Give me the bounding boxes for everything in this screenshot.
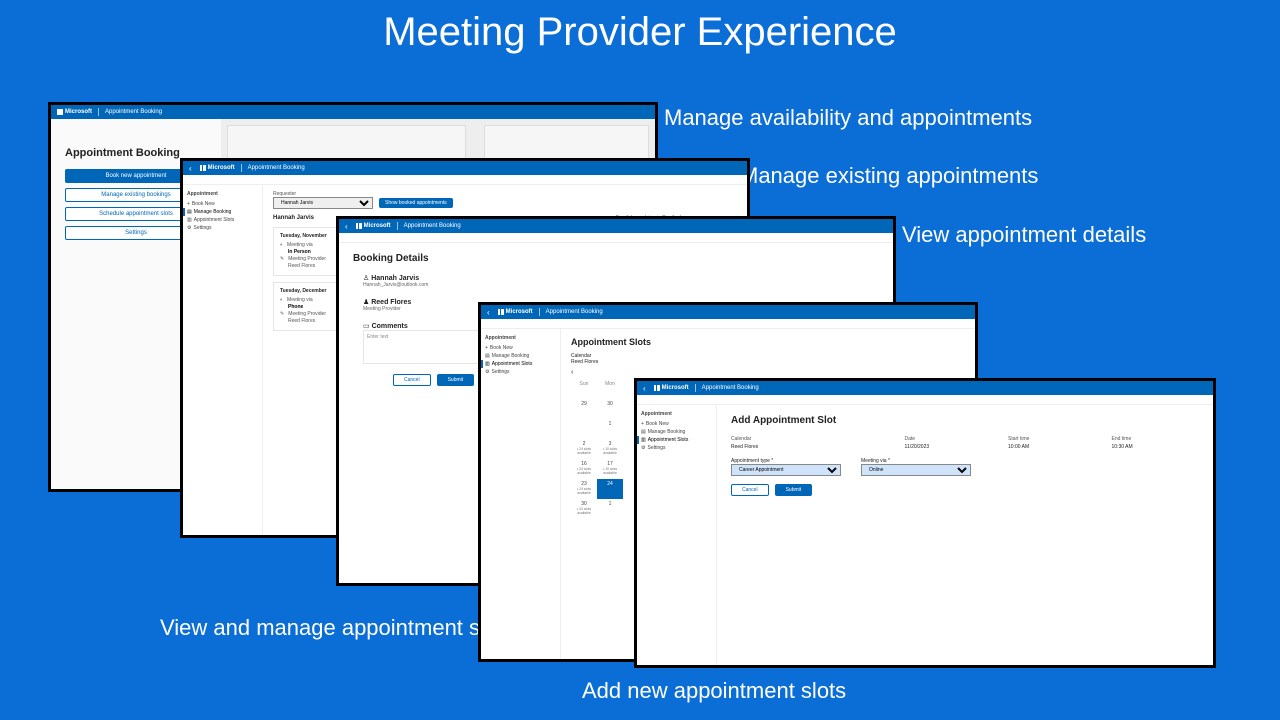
back-icon[interactable]: ‹ xyxy=(487,308,490,317)
sidebar-item-manage-booking[interactable]: ▤ Manage Booking xyxy=(641,428,712,436)
sidebar-item-manage-booking[interactable]: ▤ Manage Booking xyxy=(183,208,258,216)
end-time-value: 10:30 AM xyxy=(1112,444,1200,450)
caption-manage-availability: Manage availability and appointments xyxy=(664,105,1032,131)
window-topbar: Microsoft Appointment Booking xyxy=(51,105,655,119)
cancel-button[interactable]: Cancel xyxy=(731,484,769,496)
microsoft-logo: Microsoft xyxy=(57,109,92,115)
back-icon[interactable]: ‹ xyxy=(643,384,646,393)
person-icon: ♙ xyxy=(363,275,369,282)
caption-manage-existing: Manage existing appointments xyxy=(740,163,1038,189)
app-title: Appointment Booking xyxy=(105,109,162,115)
submit-button[interactable]: Submit xyxy=(437,374,475,386)
meeting-via-select[interactable]: Online xyxy=(861,464,971,476)
caption-add-slots: Add new appointment slots xyxy=(582,678,846,704)
back-icon[interactable]: ‹ xyxy=(189,164,192,173)
sidebar-item-manage-booking[interactable]: ▤ Manage Booking xyxy=(485,352,556,360)
comment-icon: ▭ xyxy=(363,323,370,330)
requester-select[interactable]: Hannah Jarvis xyxy=(273,197,373,209)
calendar-prev-icon[interactable]: ‹ xyxy=(571,369,965,376)
provider-icon: ♟ xyxy=(363,299,369,306)
sidebar-item-book-new[interactable]: + Book New xyxy=(187,200,258,208)
sidebar-item-settings[interactable]: ⚙ Settings xyxy=(187,224,258,232)
slots-title: Appointment Slots xyxy=(571,337,965,347)
sidebar-item-appointment-slots[interactable]: ▥ Appointment Slots xyxy=(637,436,712,444)
date-value: 11/20/2023 xyxy=(905,444,993,450)
slide-title: Meeting Provider Experience xyxy=(0,10,1280,55)
calendar-value: Reed Flores xyxy=(731,444,889,450)
appointment-type-select[interactable]: Career Appointment xyxy=(731,464,841,476)
sidebar-item-appointment-slots[interactable]: ▥ Appointment Slots xyxy=(187,216,258,224)
start-time-value: 10:00 AM xyxy=(1008,444,1096,450)
calendar-value: Reed Flores xyxy=(571,359,965,365)
sidebar-item-settings[interactable]: ⚙ Settings xyxy=(641,444,712,452)
caption-view-details: View appointment details xyxy=(902,222,1146,248)
show-booked-button[interactable]: Show booked appointments xyxy=(379,198,453,208)
submit-button[interactable]: Submit xyxy=(775,484,813,496)
calendar-grid[interactable]: SunMon 2930 1 2• 24 slots available3• 10… xyxy=(571,379,623,519)
sidebar-item-appointment-slots[interactable]: ▥ Appointment Slots xyxy=(481,360,556,368)
booking-details-title: Booking Details xyxy=(353,253,879,264)
screenshot-add-slot: ‹MicrosoftAppointment Booking Appointmen… xyxy=(634,378,1216,668)
back-icon[interactable]: ‹ xyxy=(345,222,348,231)
cancel-button[interactable]: Cancel xyxy=(393,374,431,386)
add-slot-title: Add Appointment Slot xyxy=(731,415,1199,426)
caption-view-slots: View and manage appointment slots xyxy=(160,615,514,641)
sidebar-item-settings[interactable]: ⚙ Settings xyxy=(485,368,556,376)
sidebar-item-book-new[interactable]: + Book New xyxy=(641,420,712,428)
requester-name: Hannah Jarvis xyxy=(273,215,314,221)
sidebar: Appointment + Book New ▤ Manage Booking … xyxy=(183,185,263,535)
sidebar-item-book-new[interactable]: + Book New xyxy=(485,344,556,352)
